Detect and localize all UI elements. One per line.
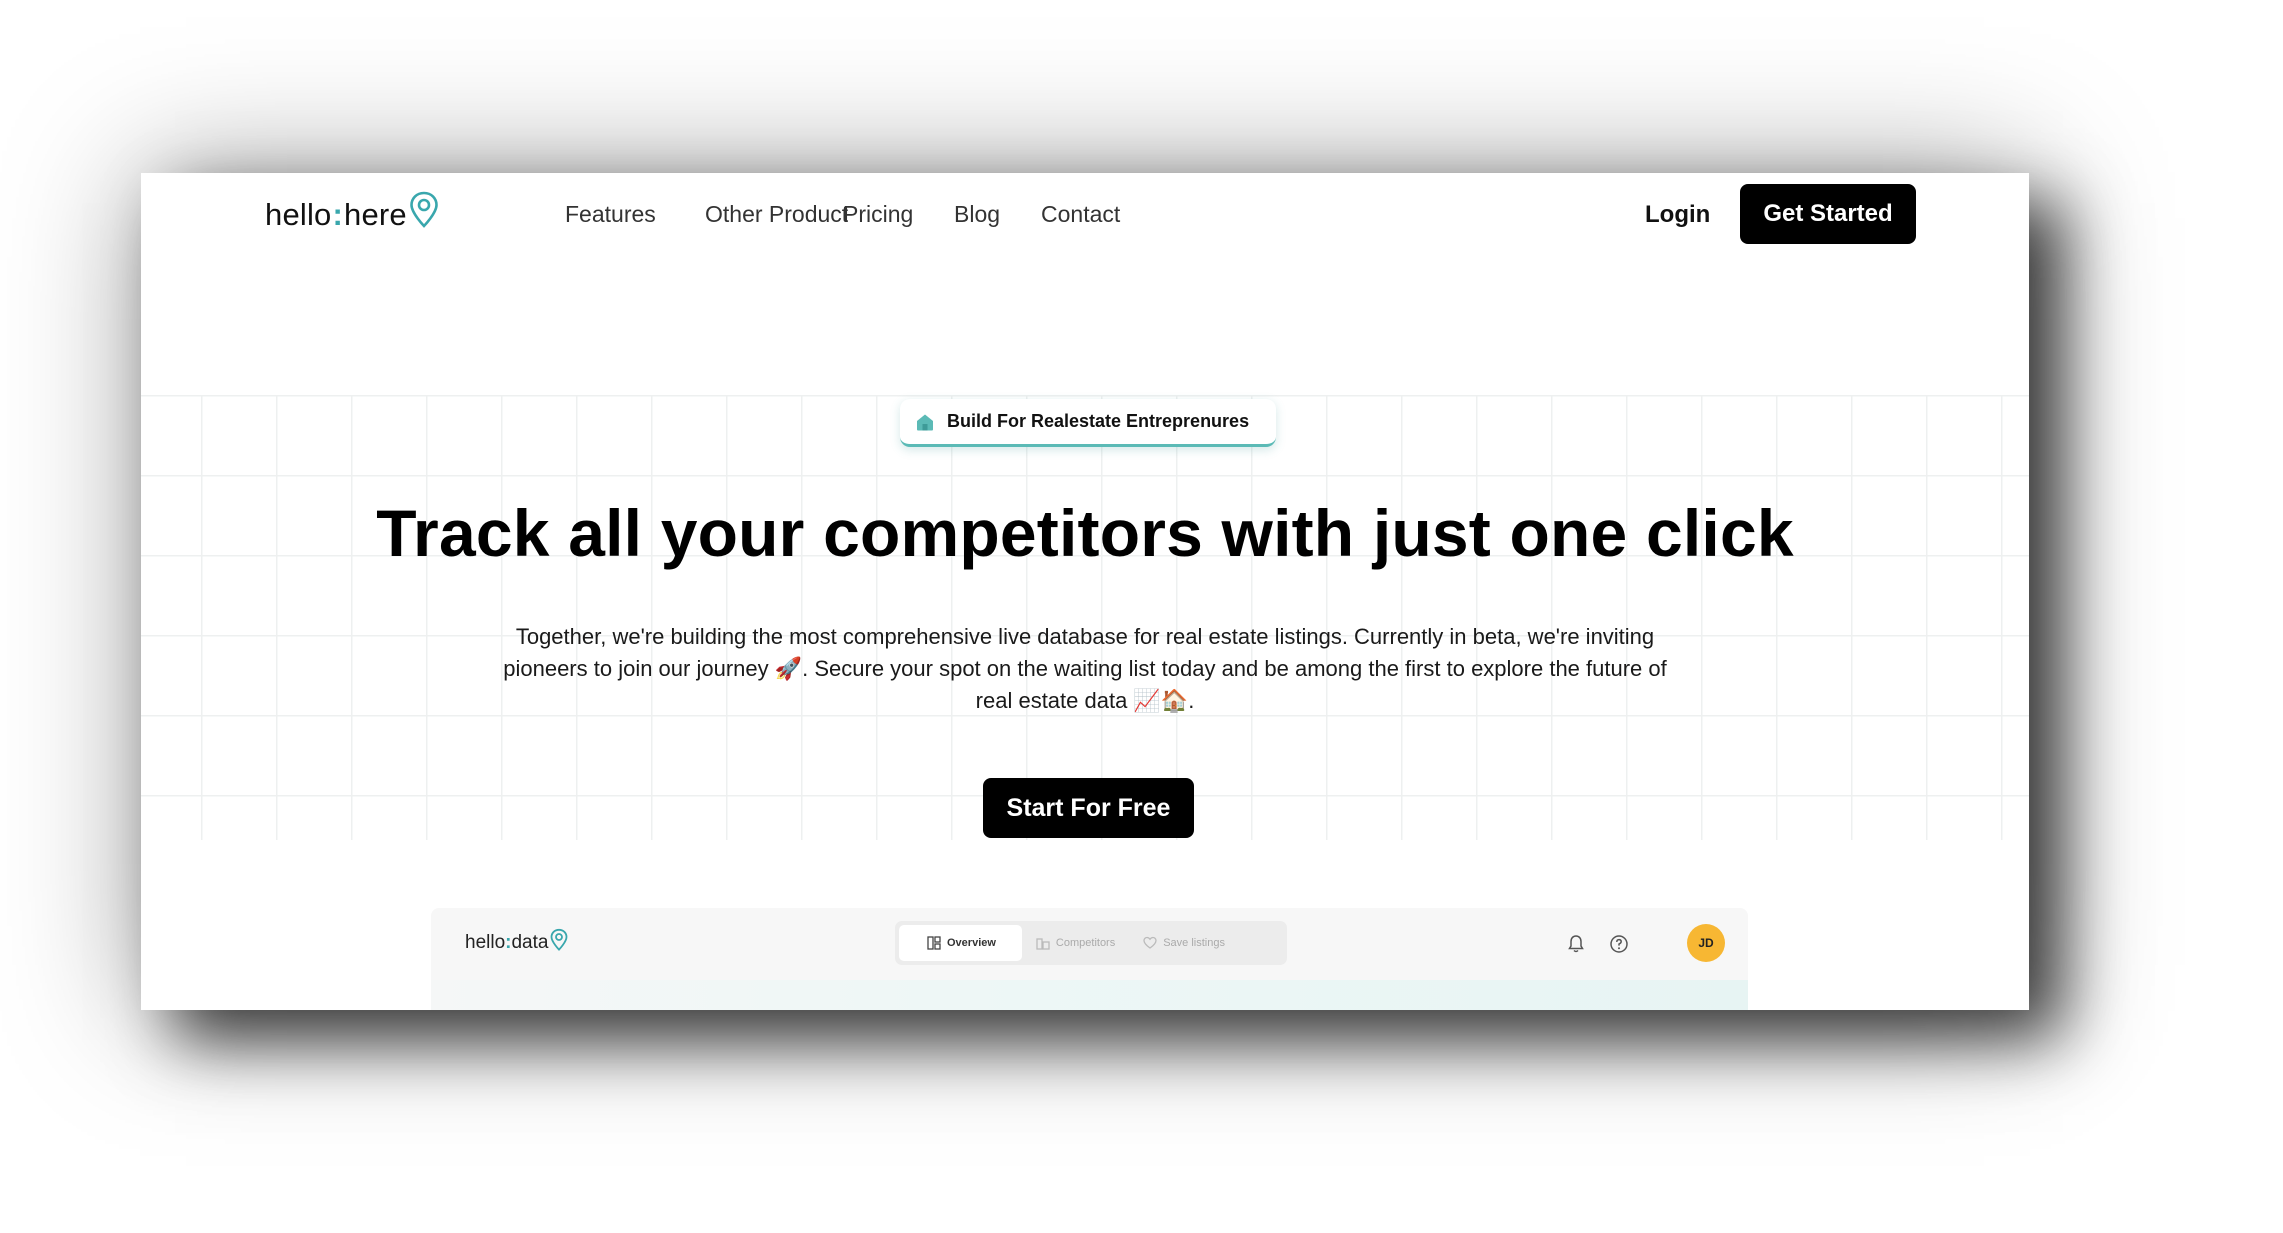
location-pin-icon — [551, 928, 568, 951]
app-preview: hello: data Overview Competitors Save li… — [431, 908, 1748, 1010]
hero-headline: Track all your competitors with just one… — [376, 496, 1794, 570]
tab-overview[interactable]: Overview — [899, 925, 1022, 961]
nav-link-contact[interactable]: Contact — [1041, 201, 1120, 228]
hero-badge: Build For Realestate Entreprenures — [900, 399, 1276, 447]
brand-name-part2: here — [344, 197, 407, 232]
brand-name-part1: hello — [265, 197, 332, 232]
preview-logo-part2: data — [511, 932, 549, 953]
brand-separator: : — [332, 197, 344, 232]
buildings-icon — [1036, 938, 1050, 950]
app-preview-header: hello: data Overview Competitors Save li… — [431, 908, 1748, 980]
preview-logo-part1: hello — [465, 932, 506, 953]
user-avatar[interactable]: JD — [1687, 924, 1725, 962]
help-icon[interactable] — [1608, 933, 1630, 955]
layout-icon — [927, 936, 941, 950]
house-icon — [917, 414, 933, 430]
login-link[interactable]: Login — [1645, 201, 1710, 229]
top-navigation: hello: here Features Other Product Pricin… — [141, 173, 2029, 253]
tab-competitors-label: Competitors — [1055, 937, 1116, 949]
tab-competitors[interactable]: Competitors — [1022, 925, 1129, 961]
hero-subtext: Together, we're building the most compre… — [503, 624, 1667, 713]
nav-link-other-product[interactable]: Other Product — [705, 201, 848, 228]
grid-background — [141, 395, 2029, 840]
bell-icon[interactable] — [1565, 933, 1587, 955]
preview-logo: hello: data — [465, 928, 568, 955]
hero-badge-text: Build For Realestate Entreprenures — [947, 411, 1250, 431]
tab-save-listings-label: Save listings — [1163, 937, 1225, 949]
app-preview-content — [431, 980, 1748, 1010]
tab-save-listings[interactable]: Save listings — [1129, 925, 1239, 961]
nav-link-pricing[interactable]: Pricing — [843, 201, 913, 228]
nav-link-blog[interactable]: Blog — [954, 201, 1000, 228]
start-for-free-button[interactable]: Start For Free — [983, 778, 1194, 838]
nav-link-features[interactable]: Features — [565, 201, 656, 228]
location-pin-icon — [410, 191, 438, 228]
preview-tabs: Overview Competitors Save listings — [895, 921, 1287, 965]
tab-overview-label: Overview — [947, 937, 996, 949]
heart-icon — [1143, 936, 1157, 949]
get-started-button[interactable]: Get Started — [1740, 184, 1916, 244]
brand-logo[interactable]: hello: here — [265, 191, 439, 233]
browser-page: hello: here Features Other Product Pricin… — [141, 173, 2029, 1010]
